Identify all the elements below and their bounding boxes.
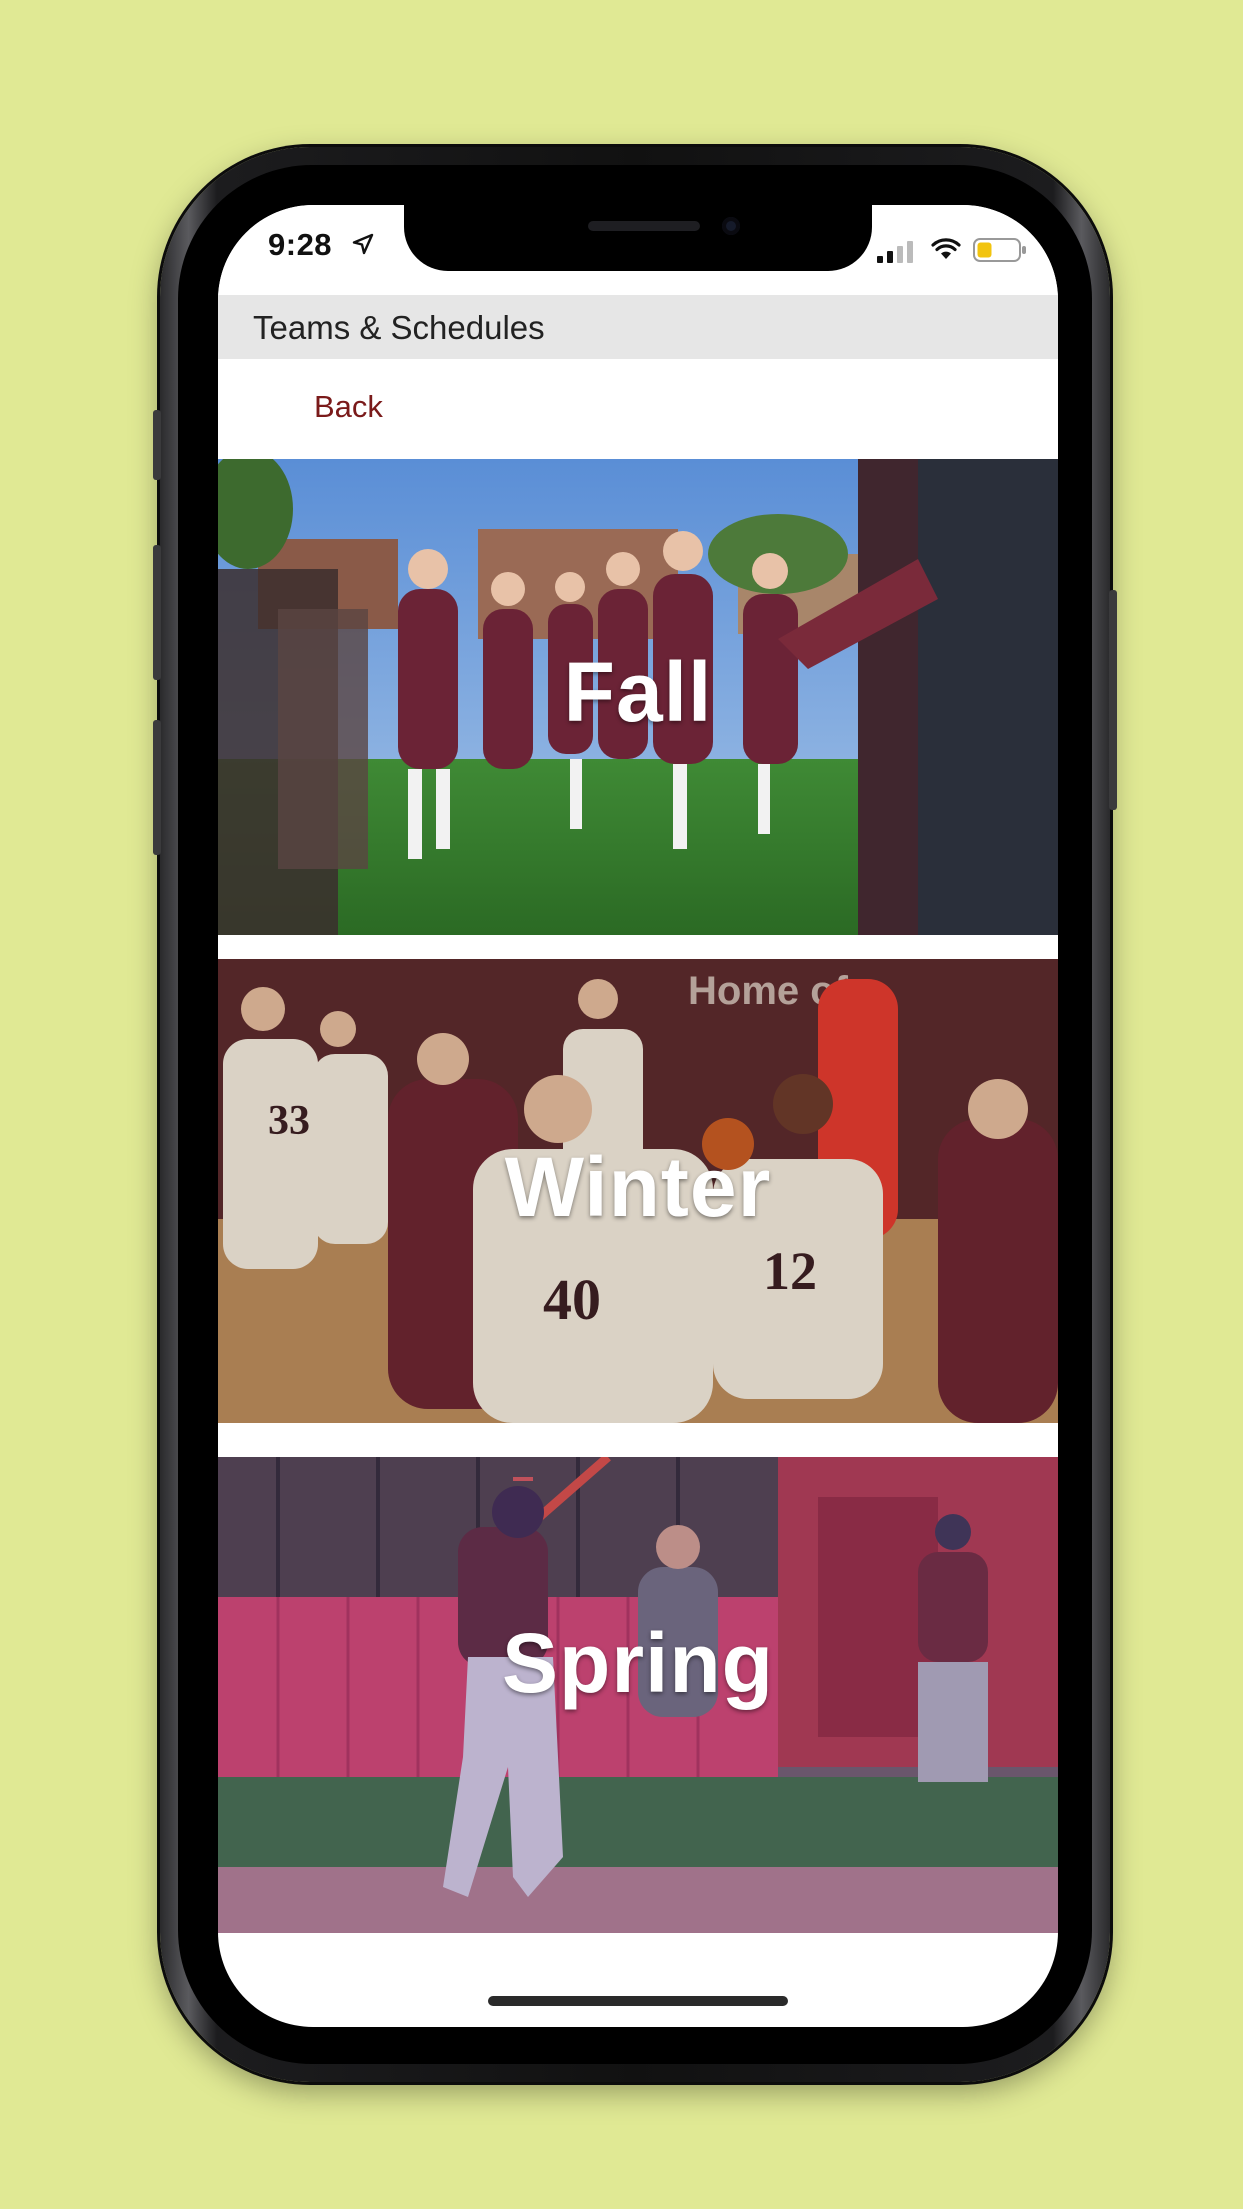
back-button[interactable]: Back [314, 389, 383, 425]
front-camera [722, 217, 740, 235]
volume-down-button [153, 720, 161, 855]
season-tile-winter[interactable]: Home of 33 40 12 Winter [218, 959, 1058, 1423]
power-button [1109, 590, 1117, 810]
wifi-icon [931, 238, 961, 259]
device-notch [404, 205, 872, 271]
season-tile-spring[interactable]: Spring [218, 1457, 1058, 1933]
page-title: Teams & Schedules [253, 309, 545, 346]
season-label-fall: Fall [563, 645, 713, 739]
back-row: Back [218, 359, 1058, 461]
title-bar: Teams & Schedules [218, 295, 1058, 359]
earpiece-speaker [588, 221, 700, 231]
cellular-signal-icon [877, 241, 913, 263]
location-arrow-icon [352, 233, 374, 255]
volume-up-button [153, 545, 161, 680]
phone-screen: 9:28 Teams & Schedules Back Fall Home of… [218, 205, 1058, 2027]
season-tile-fall[interactable]: Fall [218, 459, 1058, 935]
silent-switch [153, 410, 161, 480]
battery-icon [973, 238, 1026, 262]
home-indicator[interactable] [488, 1996, 788, 2006]
season-label-winter: Winter [504, 1140, 772, 1234]
season-label-spring: Spring [502, 1616, 774, 1710]
status-time: 9:28 [268, 227, 333, 262]
